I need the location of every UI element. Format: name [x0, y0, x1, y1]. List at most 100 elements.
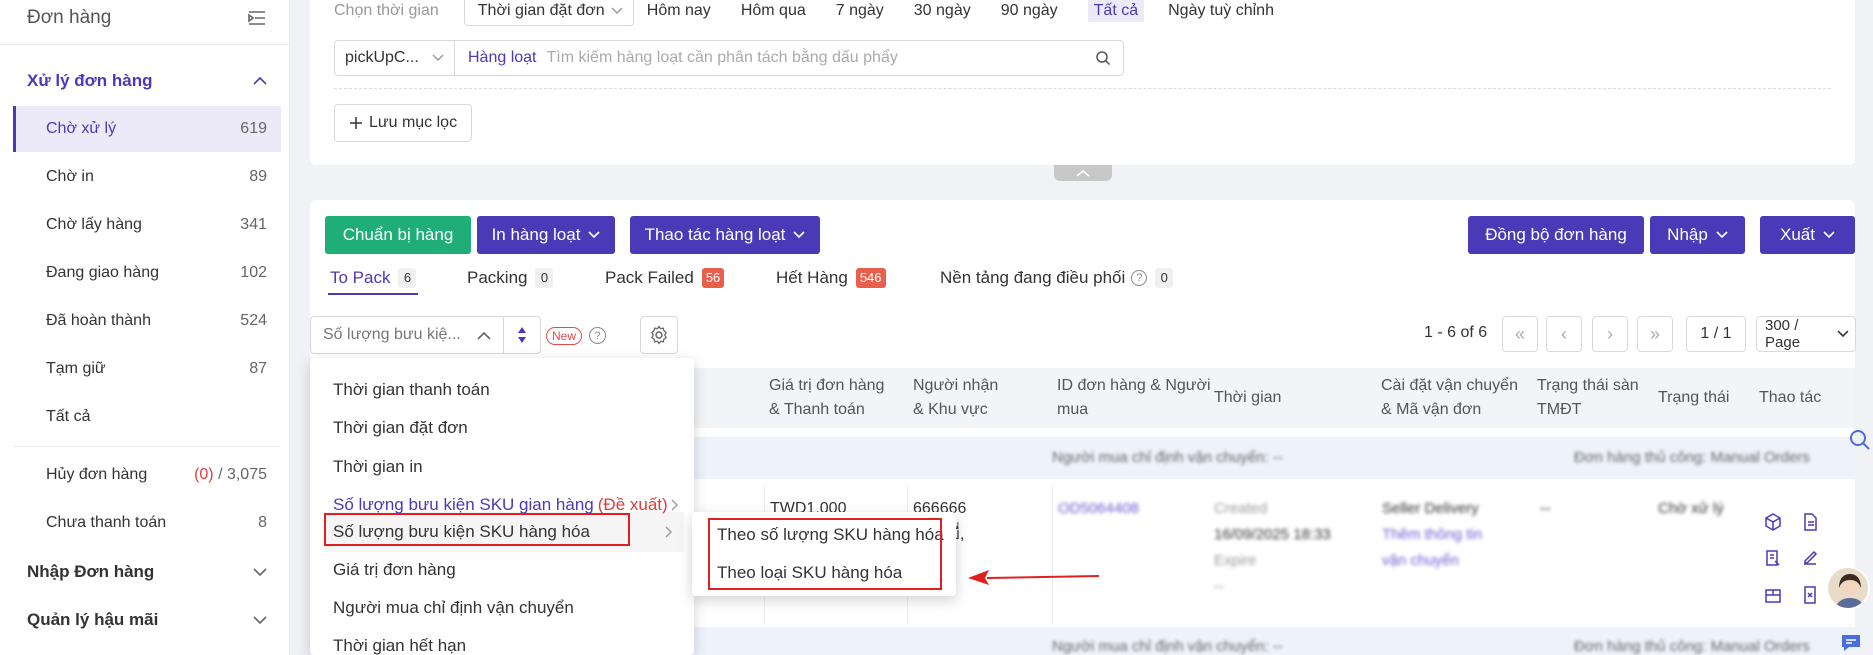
column-header-platform-status: Trạng thái sàn TMĐT [1537, 377, 1639, 418]
last-page-button[interactable]: » [1637, 316, 1673, 352]
highlight-box [708, 518, 942, 590]
tab-platform-dispatching[interactable]: Nền tảng đang điều phối ? 0 [940, 265, 1174, 291]
quick-today[interactable]: Hôm nay [647, 2, 711, 20]
next-page-button[interactable]: › [1592, 316, 1628, 352]
support-avatar[interactable] [1826, 566, 1870, 610]
filter-panel: Chọn thời gian Thời gian đặt đơn Hôm nay… [310, 0, 1855, 165]
search-icon[interactable] [1848, 428, 1872, 452]
sidebar-item-cancelled[interactable]: Hủy đơn hàng (0) / 3,075 [13, 452, 281, 498]
plus-icon [350, 117, 362, 129]
quick-90-days[interactable]: 90 ngày [1001, 2, 1058, 20]
document-icon[interactable] [1800, 512, 1820, 532]
tab-out-of-stock[interactable]: Hết Hàng 546 [776, 265, 886, 291]
search-field-select[interactable]: pickUpC... [335, 41, 455, 75]
status-cell: Chờ xử lý [1658, 500, 1724, 517]
highlight-box [324, 513, 630, 546]
column-header-status: Trạng thái [1658, 389, 1730, 406]
list-edit-icon[interactable] [1763, 548, 1783, 568]
active-tab-indicator [328, 293, 418, 295]
page-size-select[interactable]: 300 / Page [1756, 316, 1856, 352]
batch-search-group: pickUpC... Hàng loạt Tìm kiếm hàng loạt … [334, 40, 1124, 76]
option-buyer-designated-shipping[interactable]: Người mua chỉ định vận chuyển [333, 594, 574, 622]
first-page-button[interactable]: « [1502, 316, 1538, 352]
quick-custom-date[interactable]: Ngày tuỳ chỉnh [1168, 2, 1274, 20]
time-cell: Created 16/09/2025 18:33 Expire -- [1214, 500, 1331, 595]
sidebar-item-awaiting-pickup[interactable]: Chờ lấy hàng 341 [13, 202, 281, 248]
chevron-down-icon [253, 568, 267, 577]
cancel-document-icon[interactable] [1800, 585, 1820, 605]
sidebar-item-awaiting-print[interactable]: Chờ in 89 [13, 154, 281, 200]
sidebar: Đơn hàng Xử lý đơn hàng Chờ xử lý 619 Chờ… [0, 0, 290, 655]
group-manual-orders: Đơn hàng thủ công: Manual Orders [1574, 449, 1810, 466]
collapse-filter-toggle[interactable] [1054, 165, 1112, 181]
quick-30-days[interactable]: 30 ngày [914, 2, 971, 20]
print-batch-button[interactable]: In hàng loạt [477, 216, 615, 254]
sidebar-item-completed[interactable]: Đã hoàn thành 524 [13, 298, 281, 344]
save-filter-button[interactable]: Lưu mục lọc [334, 104, 473, 142]
group-buyer-shipping: Người mua chỉ định vận chuyển: -- [1052, 638, 1283, 655]
pager-range: 1 - 6 of 6 [1424, 324, 1488, 341]
chevron-up-icon [1076, 169, 1090, 177]
sidebar-item-pending[interactable]: Chờ xử lý 619 [13, 106, 281, 152]
column-header-receiver: Người nhận & Khu vực [913, 377, 999, 418]
prev-page-button[interactable]: ‹ [1546, 316, 1582, 352]
chevron-right-icon [671, 499, 678, 511]
quick-all[interactable]: Tất cả [1087, 0, 1145, 22]
batch-operations-button[interactable]: Thao tác hàng loạt [630, 216, 820, 254]
edit-icon[interactable] [1800, 548, 1820, 568]
sidebar-section-import-orders[interactable]: Nhập Đơn hàng [27, 557, 267, 587]
help-icon[interactable]: ? [1131, 270, 1148, 286]
column-header-shipping: Cài đặt vận chuyển & Mã vận đơn [1381, 377, 1518, 418]
sidebar-item-shipping[interactable]: Đang giao hàng 102 [13, 250, 281, 296]
option-order-value[interactable]: Giá trị đơn hàng [333, 556, 456, 584]
group-manual-orders: Đơn hàng thủ công: Manual Orders [1574, 638, 1810, 655]
sidebar-item-all[interactable]: Tất cả [13, 394, 281, 440]
chevron-down-icon [611, 7, 623, 14]
column-header-time: Thời gian [1214, 389, 1282, 406]
tab-packing[interactable]: Packing 0 [467, 265, 554, 291]
prepare-goods-button[interactable]: Chuẩn bị hàng [325, 216, 471, 254]
chevron-down-icon [1837, 330, 1849, 338]
search-input[interactable]: Tìm kiếm hàng loạt cần phân tách bằng dấ… [537, 41, 1084, 75]
option-expiry-time[interactable]: Thời gian hết hạn [333, 632, 466, 655]
page-number-input[interactable]: 1 / 1 [1686, 316, 1746, 352]
order-id-link[interactable]: OD5064408 [1058, 496, 1139, 522]
option-order-time[interactable]: Thời gian đặt đơn [333, 414, 468, 442]
split-box-icon[interactable] [1763, 585, 1783, 605]
chevron-right-icon [665, 526, 672, 538]
tab-pack-failed[interactable]: Pack Failed 56 [605, 265, 725, 291]
sort-arrows-icon [518, 327, 526, 343]
settings-button[interactable] [640, 316, 678, 354]
option-print-time[interactable]: Thời gian in [333, 453, 423, 481]
sidebar-item-on-hold[interactable]: Tạm giữ 87 [13, 346, 281, 392]
search-icon[interactable] [1083, 41, 1123, 75]
recommended-label: (Đề xuất) [597, 495, 668, 514]
column-divider [1052, 484, 1053, 624]
shipping-cell: Seller Delivery Thêm thông tin vận chuyể… [1382, 500, 1483, 569]
sort-field-select[interactable]: Số lượng bưu kiệ... [310, 316, 541, 354]
quick-7-days[interactable]: 7 ngày [836, 2, 884, 20]
sidebar-section-process-orders[interactable]: Xử lý đơn hàng [27, 66, 267, 96]
sidebar-divider [13, 446, 281, 447]
chat-icon[interactable] [1840, 633, 1862, 653]
tab-to-pack[interactable]: To Pack 6 [330, 265, 417, 291]
column-header-actions: Thao tác [1759, 389, 1822, 406]
time-type-select[interactable]: Thời gian đặt đơn [463, 0, 634, 26]
sidebar-section-after-sales[interactable]: Quản lý hậu mãi [27, 605, 267, 635]
chevron-down-icon [793, 231, 805, 239]
chevron-down-icon [588, 231, 600, 239]
option-payment-time[interactable]: Thời gian thanh toán [333, 376, 490, 404]
quick-yesterday[interactable]: Hôm qua [741, 2, 806, 20]
import-button[interactable]: Nhập [1650, 216, 1745, 254]
sidebar-item-unpaid[interactable]: Chưa thanh toán 8 [13, 500, 281, 546]
package-icon[interactable] [1763, 512, 1783, 532]
help-icon[interactable]: ? [589, 327, 606, 344]
collapse-menu-icon[interactable] [247, 10, 267, 26]
platform-status-cell: -- [1540, 500, 1551, 517]
chevron-down-icon [432, 54, 444, 61]
sort-order-toggle[interactable] [504, 317, 540, 353]
export-button[interactable]: Xuất [1760, 216, 1855, 254]
filter-divider [334, 88, 1831, 89]
sync-orders-button[interactable]: Đồng bộ đơn hàng [1468, 216, 1644, 254]
chevron-up-icon [253, 76, 267, 85]
